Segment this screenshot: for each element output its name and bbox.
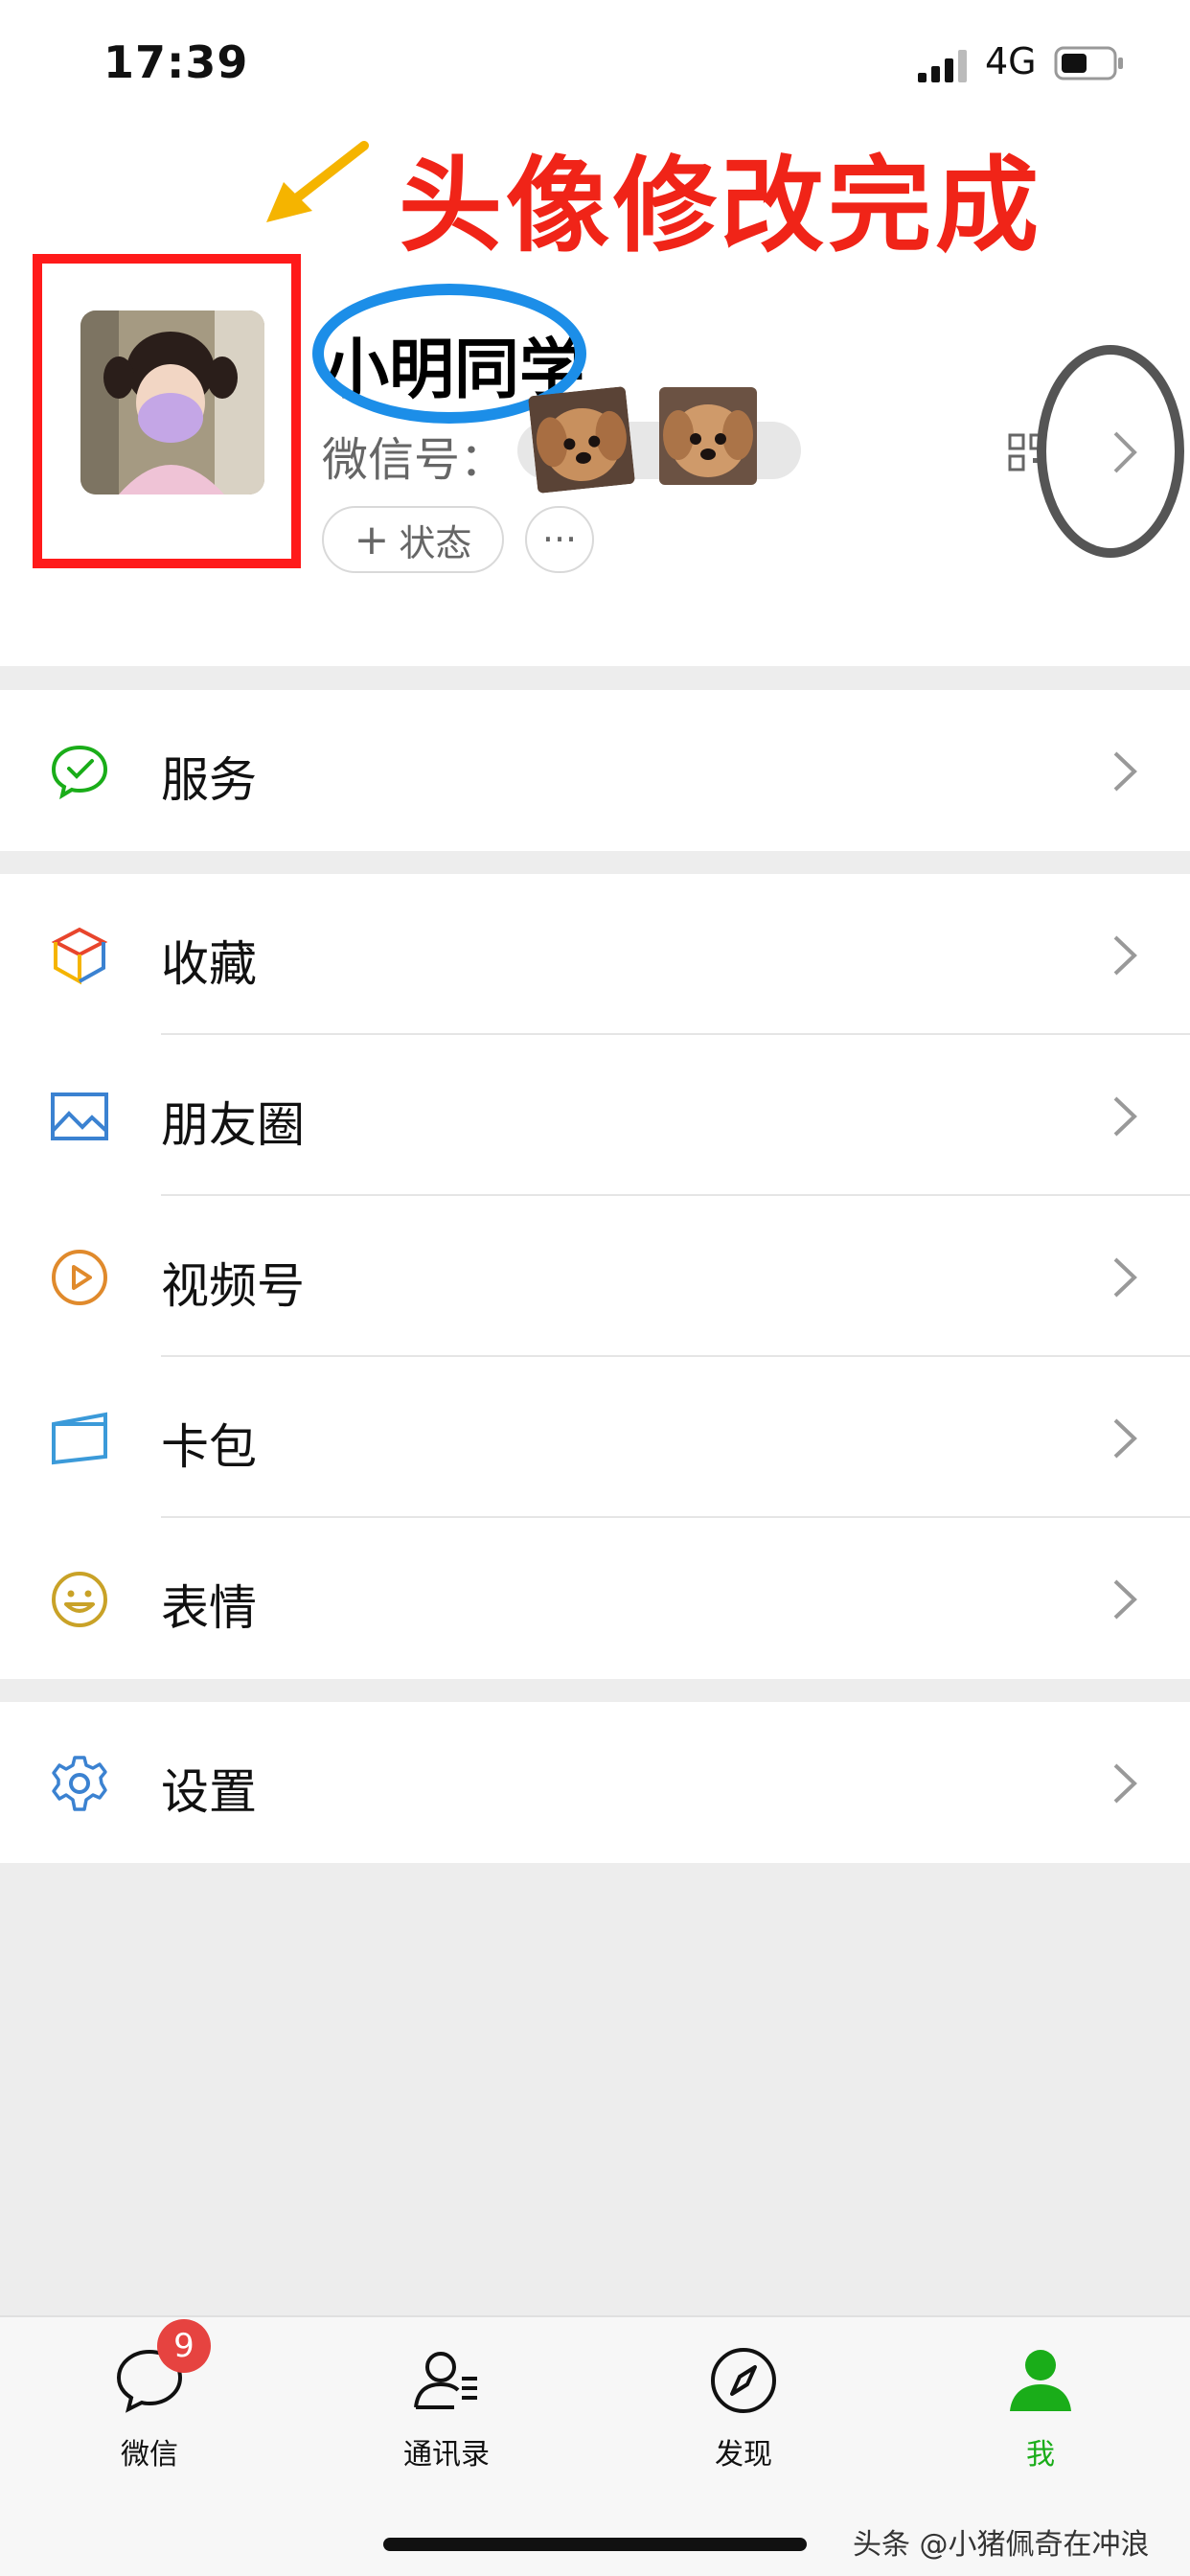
status-time: 17:39 xyxy=(103,36,249,88)
add-status-button[interactable]: + 状态 xyxy=(322,506,504,573)
avatar-highlight-box xyxy=(33,254,301,568)
tab-label: 通讯录 xyxy=(403,2438,490,2472)
menu-item-label: 视频号 xyxy=(161,1258,305,1314)
menu-item-stickers[interactable]: 表情 xyxy=(0,1518,1190,1679)
tab-label: 发现 xyxy=(715,2438,772,2472)
more-button[interactable]: ··· xyxy=(525,506,594,573)
annotation-title: 头像修改完成 xyxy=(399,147,1043,266)
menu-item-favorites[interactable]: 收藏 xyxy=(0,874,1190,1035)
tab-contacts[interactable]: 通讯录 xyxy=(351,2344,542,2472)
menu-group-settings: 设置 xyxy=(0,1702,1190,1863)
tab-me[interactable]: 我 xyxy=(945,2344,1136,2472)
discover-icon xyxy=(711,2348,776,2413)
network-type: 4G xyxy=(985,40,1037,82)
menu-item-settings[interactable]: 设置 xyxy=(0,1702,1190,1863)
menu-item-moments[interactable]: 朋友圈 xyxy=(0,1035,1190,1196)
menu-item-services[interactable]: 服务 xyxy=(0,690,1190,851)
menu-item-label: 收藏 xyxy=(161,936,257,992)
menu-group-main: 收藏 朋友圈 视频号 卡包 表情 xyxy=(0,874,1190,1679)
plus-icon: + xyxy=(354,515,390,564)
chevron-right-icon xyxy=(1113,1763,1137,1804)
stickers-icon xyxy=(52,1572,107,1627)
wechat-id-label: 微信号： xyxy=(322,433,507,487)
chevron-highlight-circle xyxy=(1037,345,1184,558)
menu-item-label: 设置 xyxy=(161,1764,257,1820)
menu-item-label: 朋友圈 xyxy=(161,1097,305,1153)
home-indicator[interactable] xyxy=(383,2538,807,2551)
status-button-label: 状态 xyxy=(399,521,472,564)
chevron-right-icon xyxy=(1113,1579,1137,1620)
channels-icon xyxy=(52,1250,107,1305)
chevron-right-icon xyxy=(1113,1096,1137,1137)
signal-icon xyxy=(918,50,967,82)
sticker-puppy-icon xyxy=(659,387,757,485)
services-icon xyxy=(51,745,108,800)
chevron-right-icon xyxy=(1113,751,1137,792)
menu-item-channels[interactable]: 视频号 xyxy=(0,1196,1190,1357)
menu-item-label: 表情 xyxy=(161,1580,257,1636)
settings-icon xyxy=(52,1756,107,1811)
menu-item-label: 卡包 xyxy=(161,1419,257,1475)
tab-chats[interactable]: 微信 xyxy=(54,2344,245,2472)
chevron-right-icon xyxy=(1113,1418,1137,1459)
favorites-icon xyxy=(51,927,108,985)
tab-discover[interactable]: 发现 xyxy=(648,2344,839,2472)
menu-group-services: 服务 xyxy=(0,690,1190,851)
tab-label: 我 xyxy=(1026,2438,1055,2472)
battery-icon xyxy=(1054,46,1123,80)
arrow-annotation-icon xyxy=(266,141,369,222)
chevron-right-icon xyxy=(1113,935,1137,976)
moments-icon xyxy=(51,1092,108,1140)
menu-item-card-wallet[interactable]: 卡包 xyxy=(0,1357,1190,1518)
unread-badge: 9 xyxy=(157,2319,211,2373)
sticker-puppy-icon xyxy=(527,385,636,494)
chevron-right-icon xyxy=(1113,1257,1137,1298)
menu-item-label: 服务 xyxy=(161,752,257,808)
card-wallet-icon xyxy=(52,1412,107,1465)
tab-label: 微信 xyxy=(121,2438,178,2472)
watermark: 头条 @小猪佩奇在冲浪 xyxy=(853,2528,1150,2562)
me-icon xyxy=(1010,2350,1071,2411)
contacts-icon xyxy=(414,2352,477,2409)
